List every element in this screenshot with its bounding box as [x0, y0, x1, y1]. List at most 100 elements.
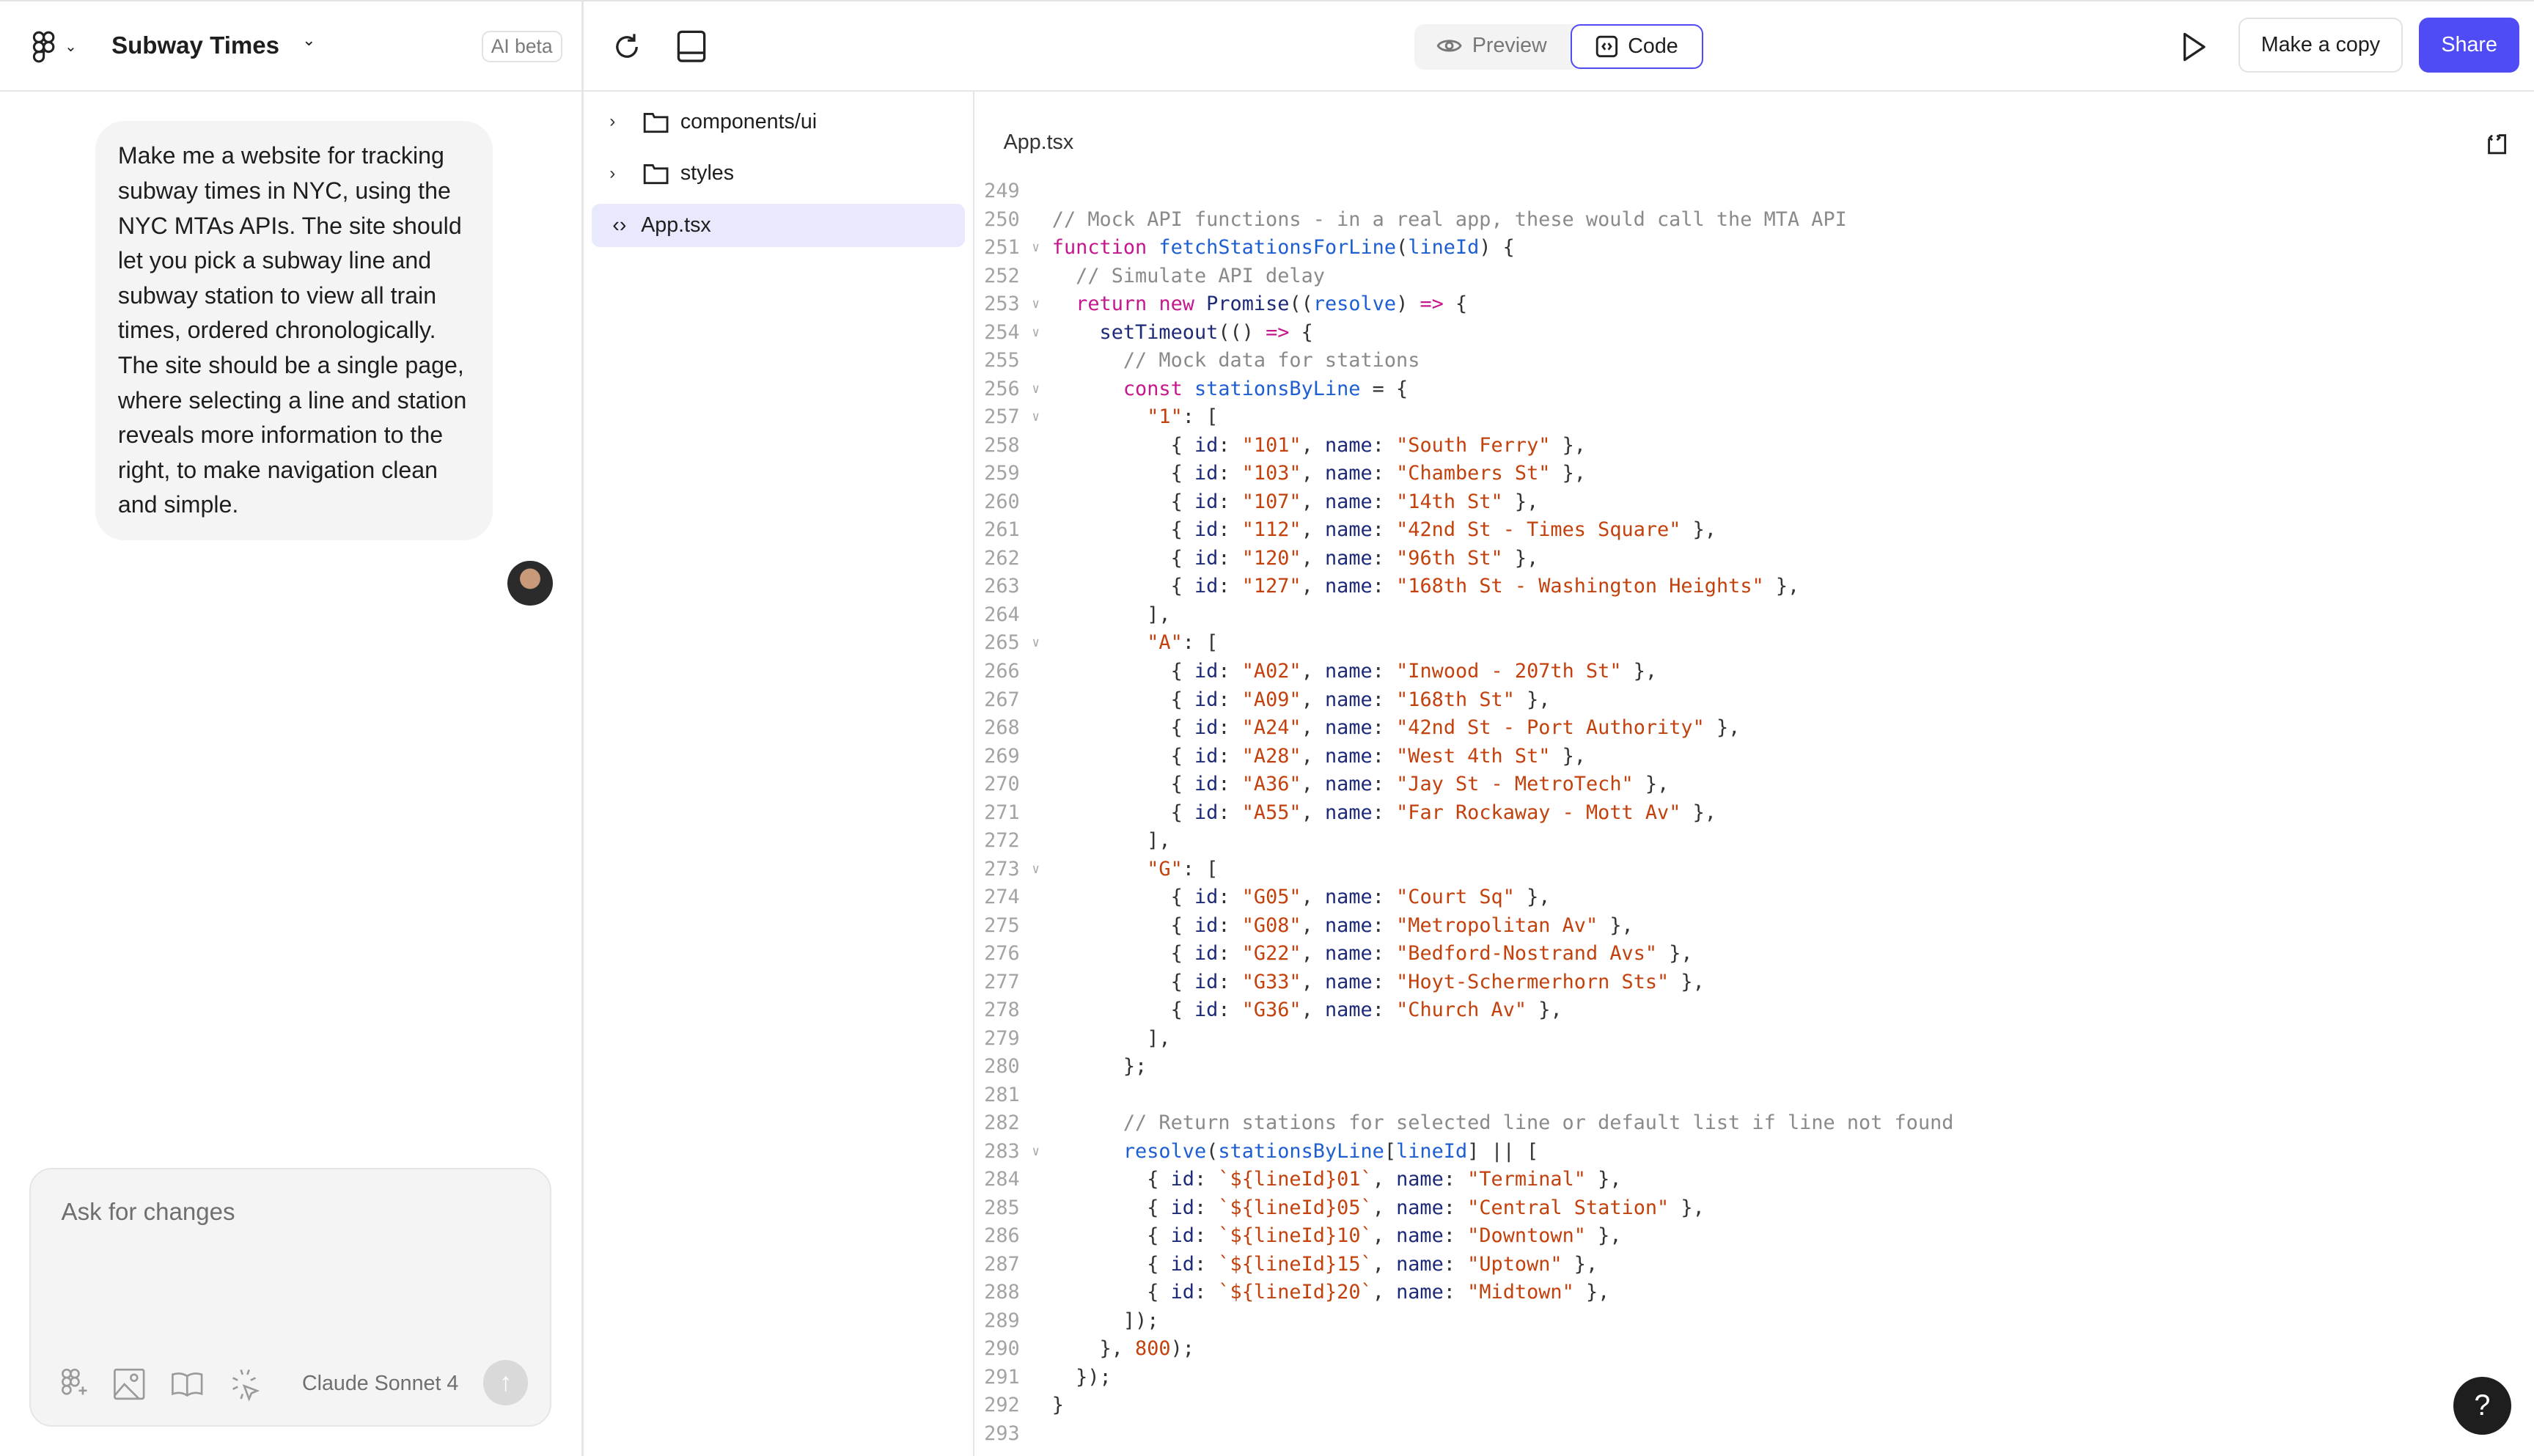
- code-text: ]);: [1051, 1309, 1159, 1332]
- model-selector[interactable]: Claude Sonnet 4: [302, 1372, 458, 1396]
- code-line: 273 ∨ "G": [: [974, 856, 1953, 884]
- code-text: // Simulate API delay: [1076, 264, 1325, 287]
- fold-gutter: [1020, 1279, 1052, 1307]
- line-number: 256: [984, 377, 1020, 400]
- figma-add-icon[interactable]: [59, 1368, 89, 1400]
- image-icon[interactable]: [111, 1368, 147, 1400]
- line-number: 276: [984, 942, 1020, 966]
- make-a-copy-button[interactable]: Make a copy: [2238, 18, 2403, 73]
- line-number: 261: [984, 518, 1020, 542]
- code-text: { id: "127", name: "168th St - Washingto…: [1051, 575, 1800, 598]
- code-icon: ‹›: [612, 213, 627, 237]
- fold-gutter: [1020, 827, 1052, 856]
- editor-file-name: App.tsx: [1003, 130, 1074, 155]
- code-text: { id: `${lineId}01`, name: "Terminal" },: [1051, 1168, 1622, 1191]
- file-tree-item[interactable]: › components/ui: [592, 100, 965, 144]
- code-line: 267 { id: "A09", name: "168th St" },: [974, 686, 1953, 715]
- ask-for-changes-input[interactable]: Ask for changes: [62, 1199, 235, 1227]
- code-text: { id: "G08", name: "Metropolitan Av" },: [1051, 913, 1634, 937]
- code-text: { id: "G33", name: "Hoyt-Schermerhorn St…: [1051, 970, 1705, 993]
- fold-gutter: [1020, 883, 1052, 912]
- code-text: "G": [: [1147, 857, 1219, 880]
- code-tab[interactable]: Code: [1571, 23, 1703, 70]
- preview-label: Preview: [1472, 34, 1547, 58]
- code-text: }, 800);: [1051, 1337, 1194, 1361]
- file-tree-item[interactable]: ‹› App.tsx: [591, 203, 965, 247]
- code-text: { id: "A55", name: "Far Rockaway - Mott …: [1051, 801, 1716, 824]
- play-icon[interactable]: [2180, 31, 2209, 63]
- file-tree-label: components/ui: [680, 109, 818, 133]
- code-text: const stationsByLine = {: [1123, 377, 1409, 400]
- code-text: });: [1051, 1365, 1112, 1389]
- fold-gutter: [1020, 347, 1052, 375]
- code-text: "A": [: [1147, 631, 1219, 655]
- line-number: 279: [984, 1026, 1020, 1050]
- chevron-right-icon[interactable]: ›: [592, 111, 634, 132]
- fold-gutter: [1020, 912, 1052, 941]
- code-line: 279 ],: [974, 1025, 1953, 1054]
- fold-gutter: [1020, 206, 1052, 235]
- main-menu-button[interactable]: ⌄: [31, 31, 77, 63]
- fold-gutter: [1020, 743, 1052, 771]
- send-button[interactable]: ↑: [482, 1360, 529, 1406]
- chevron-down-icon[interactable]: ⌄: [302, 31, 315, 50]
- code-text: // Mock data for stations: [1123, 349, 1420, 372]
- fold-chevron-icon[interactable]: ∨: [1020, 403, 1052, 432]
- code-line: 258 { id: "101", name: "South Ferry" },: [974, 432, 1953, 460]
- code-line: 285 { id: `${lineId}05`, name: "Central …: [974, 1194, 1953, 1223]
- fold-gutter: [1020, 177, 1052, 206]
- refresh-icon[interactable]: [611, 31, 643, 63]
- fold-chevron-icon[interactable]: ∨: [1020, 1138, 1052, 1166]
- fold-chevron-icon[interactable]: ∨: [1020, 629, 1052, 658]
- chevron-right-icon[interactable]: ›: [592, 163, 634, 184]
- line-number: 253: [984, 293, 1020, 316]
- fold-gutter: [1020, 968, 1052, 997]
- code-text: { id: "120", name: "96th St" },: [1051, 546, 1539, 570]
- code-text: { id: "112", name: "42nd St - Times Squa…: [1051, 518, 1716, 542]
- code-line: 268 { id: "A24", name: "42nd St - Port A…: [974, 714, 1953, 743]
- share-button[interactable]: Share: [2419, 18, 2520, 73]
- code-text: };: [1051, 1055, 1147, 1078]
- line-number: 267: [984, 688, 1020, 711]
- code-text: { id: `${lineId}20`, name: "Midtown" },: [1051, 1281, 1610, 1304]
- line-number: 271: [984, 801, 1020, 824]
- code-line: 278 { id: "G36", name: "Church Av" },: [974, 996, 1953, 1025]
- code-text: return new Promise((resolve) => {: [1076, 293, 1468, 316]
- code-line: 266 { id: "A02", name: "Inwood - 207th S…: [974, 658, 1953, 686]
- code-text: { id: `${lineId}15`, name: "Uptown" },: [1051, 1252, 1598, 1276]
- preview-tab[interactable]: Preview: [1436, 34, 1547, 58]
- code-line: 263 { id: "127", name: "168th St - Washi…: [974, 573, 1953, 601]
- line-number: 273: [984, 857, 1020, 880]
- fold-chevron-icon[interactable]: ∨: [1020, 290, 1052, 319]
- help-button[interactable]: ?: [2453, 1376, 2512, 1435]
- code-line: 292}: [974, 1391, 1953, 1420]
- line-number: 277: [984, 970, 1020, 993]
- code-text: ],: [1051, 603, 1171, 626]
- file-tree-label: styles: [680, 161, 735, 185]
- code-text: { id: "101", name: "South Ferry" },: [1051, 433, 1586, 457]
- file-tree-item[interactable]: › styles: [592, 152, 965, 196]
- fold-chevron-icon[interactable]: ∨: [1020, 856, 1052, 884]
- expand-code-icon[interactable]: [2484, 130, 2510, 156]
- code-text: { id: `${lineId}10`, name: "Downtown" },: [1051, 1224, 1622, 1248]
- code-text: { id: "A36", name: "Jay St - MetroTech" …: [1051, 773, 1670, 796]
- code-line: 251 ∨ function fetchStationsForLine(lineId…: [974, 234, 1953, 262]
- chat-divider: [581, 1, 584, 1456]
- line-number: 289: [984, 1309, 1020, 1332]
- line-number: 263: [984, 575, 1020, 598]
- fold-chevron-icon[interactable]: ∨: [1020, 234, 1052, 262]
- fold-gutter: [1020, 1025, 1052, 1054]
- fold-gutter: [1020, 714, 1052, 743]
- fold-chevron-icon[interactable]: ∨: [1020, 375, 1052, 404]
- book-icon[interactable]: [169, 1368, 205, 1400]
- fold-gutter: [1020, 545, 1052, 573]
- select-element-icon[interactable]: [228, 1367, 263, 1402]
- fold-chevron-icon[interactable]: ∨: [1020, 319, 1052, 348]
- layout-toggle-icon[interactable]: [675, 29, 708, 64]
- fold-gutter: [1020, 460, 1052, 488]
- fold-gutter: [1020, 1364, 1052, 1392]
- line-number: 249: [984, 180, 1020, 203]
- code-line: 281: [974, 1081, 1953, 1110]
- code-editor[interactable]: 249 250 // Mock API functions - in a real …: [974, 177, 1953, 1448]
- project-title[interactable]: Subway Times: [111, 32, 279, 60]
